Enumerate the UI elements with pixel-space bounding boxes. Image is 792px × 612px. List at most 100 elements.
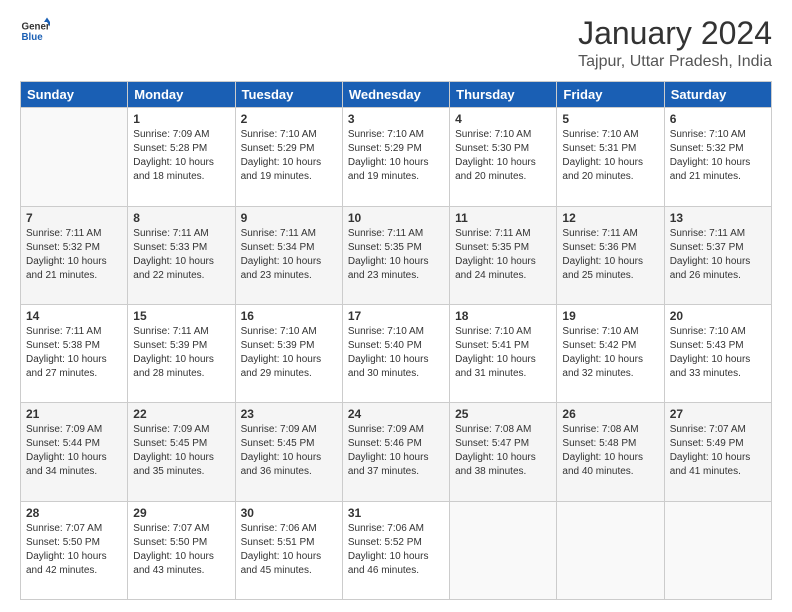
day-number: 23 <box>241 407 337 421</box>
calendar-week-row: 7 Sunrise: 7:11 AMSunset: 5:32 PMDaylight… <box>21 206 772 304</box>
day-number: 10 <box>348 211 444 225</box>
day-info: Sunrise: 7:10 AMSunset: 5:42 PMDaylight:… <box>562 325 658 381</box>
day-number: 30 <box>241 506 337 520</box>
day-info: Sunrise: 7:10 AMSunset: 5:29 PMDaylight:… <box>348 128 444 184</box>
calendar-day-header: Saturday <box>664 82 771 108</box>
day-info: Sunrise: 7:07 AMSunset: 5:50 PMDaylight:… <box>133 522 229 578</box>
day-info: Sunrise: 7:11 AMSunset: 5:37 PMDaylight:… <box>670 227 766 283</box>
calendar-day-header: Monday <box>128 82 235 108</box>
day-number: 28 <box>26 506 122 520</box>
calendar-day-cell: 3 Sunrise: 7:10 AMSunset: 5:29 PMDaylight… <box>342 108 449 206</box>
day-number: 13 <box>670 211 766 225</box>
day-info: Sunrise: 7:11 AMSunset: 5:39 PMDaylight:… <box>133 325 229 381</box>
calendar-day-cell: 1Sunrise: 7:09 AMSunset: 5:28 PMDaylight… <box>128 108 235 206</box>
day-info: Sunrise: 7:08 AMSunset: 5:48 PMDaylight:… <box>562 423 658 479</box>
calendar-day-header: Sunday <box>21 82 128 108</box>
day-info: Sunrise: 7:06 AMSunset: 5:51 PMDaylight:… <box>241 522 337 578</box>
day-info: Sunrise: 7:10 AMSunset: 5:41 PMDaylight:… <box>455 325 551 381</box>
calendar-day-cell: 31 Sunrise: 7:06 AMSunset: 5:52 PMDayligh… <box>342 501 449 599</box>
calendar-day-cell: 8Sunrise: 7:11 AMSunset: 5:33 PMDaylight… <box>128 206 235 304</box>
day-info: Sunrise: 7:09 AMSunset: 5:45 PMDaylight:… <box>241 423 337 479</box>
day-number: 27 <box>670 407 766 421</box>
calendar-day-cell: 16 Sunrise: 7:10 AMSunset: 5:39 PMDayligh… <box>235 304 342 402</box>
day-number: 15 <box>133 309 229 323</box>
day-info: Sunrise: 7:10 AMSunset: 5:30 PMDaylight:… <box>455 128 551 184</box>
calendar-day-cell: 29Sunrise: 7:07 AMSunset: 5:50 PMDayligh… <box>128 501 235 599</box>
page: General Blue January 2024 Tajpur, Uttar … <box>0 0 792 612</box>
calendar-day-cell: 4 Sunrise: 7:10 AMSunset: 5:30 PMDaylight… <box>450 108 557 206</box>
day-number: 4 <box>455 112 551 126</box>
calendar-day-cell: 13 Sunrise: 7:11 AMSunset: 5:37 PMDayligh… <box>664 206 771 304</box>
day-info: Sunrise: 7:08 AMSunset: 5:47 PMDaylight:… <box>455 423 551 479</box>
calendar-day-cell: 10Sunrise: 7:11 AMSunset: 5:35 PMDayligh… <box>342 206 449 304</box>
calendar-day-cell: 9Sunrise: 7:11 AMSunset: 5:34 PMDaylight… <box>235 206 342 304</box>
day-info: Sunrise: 7:09 AMSunset: 5:44 PMDaylight:… <box>26 423 122 479</box>
svg-text:General: General <box>22 22 51 33</box>
title-block: January 2024 Tajpur, Uttar Pradesh, Indi… <box>578 16 772 71</box>
svg-text:Blue: Blue <box>22 32 44 43</box>
calendar-day-cell: 30 Sunrise: 7:06 AMSunset: 5:51 PMDayligh… <box>235 501 342 599</box>
calendar-day-cell: 21 Sunrise: 7:09 AMSunset: 5:44 PMDayligh… <box>21 403 128 501</box>
day-number: 17 <box>348 309 444 323</box>
day-info: Sunrise: 7:10 AMSunset: 5:40 PMDaylight:… <box>348 325 444 381</box>
day-number: 7 <box>26 211 122 225</box>
day-info: Sunrise: 7:10 AMSunset: 5:43 PMDaylight:… <box>670 325 766 381</box>
day-info: Sunrise: 7:09 AMSunset: 5:28 PMDaylight:… <box>133 128 229 184</box>
calendar-day-cell: 11Sunrise: 7:11 AMSunset: 5:35 PMDayligh… <box>450 206 557 304</box>
calendar-day-cell <box>664 501 771 599</box>
calendar-header-row: SundayMondayTuesdayWednesdayThursdayFrid… <box>21 82 772 108</box>
day-number: 5 <box>562 112 658 126</box>
calendar-day-cell: 15 Sunrise: 7:11 AMSunset: 5:39 PMDayligh… <box>128 304 235 402</box>
calendar-day-cell: 7 Sunrise: 7:11 AMSunset: 5:32 PMDaylight… <box>21 206 128 304</box>
day-info: Sunrise: 7:10 AMSunset: 5:39 PMDaylight:… <box>241 325 337 381</box>
calendar-day-cell: 26Sunrise: 7:08 AMSunset: 5:48 PMDayligh… <box>557 403 664 501</box>
header: General Blue January 2024 Tajpur, Uttar … <box>20 16 772 71</box>
calendar-day-cell <box>21 108 128 206</box>
day-number: 24 <box>348 407 444 421</box>
day-number: 14 <box>26 309 122 323</box>
day-info: Sunrise: 7:06 AMSunset: 5:52 PMDaylight:… <box>348 522 444 578</box>
calendar-day-cell: 6Sunrise: 7:10 AMSunset: 5:32 PMDaylight… <box>664 108 771 206</box>
calendar-day-cell: 22 Sunrise: 7:09 AMSunset: 5:45 PMDayligh… <box>128 403 235 501</box>
calendar-week-row: 14 Sunrise: 7:11 AMSunset: 5:38 PMDayligh… <box>21 304 772 402</box>
calendar-day-cell: 18Sunrise: 7:10 AMSunset: 5:41 PMDayligh… <box>450 304 557 402</box>
calendar-day-header: Tuesday <box>235 82 342 108</box>
day-info: Sunrise: 7:07 AMSunset: 5:49 PMDaylight:… <box>670 423 766 479</box>
day-number: 9 <box>241 211 337 225</box>
calendar-day-header: Thursday <box>450 82 557 108</box>
calendar-body: 1Sunrise: 7:09 AMSunset: 5:28 PMDaylight… <box>21 108 772 600</box>
calendar-day-cell <box>557 501 664 599</box>
day-info: Sunrise: 7:09 AMSunset: 5:45 PMDaylight:… <box>133 423 229 479</box>
day-number: 19 <box>562 309 658 323</box>
day-number: 16 <box>241 309 337 323</box>
day-number: 22 <box>133 407 229 421</box>
day-number: 2 <box>241 112 337 126</box>
calendar-day-cell: 25Sunrise: 7:08 AMSunset: 5:47 PMDayligh… <box>450 403 557 501</box>
day-number: 21 <box>26 407 122 421</box>
calendar-day-header: Wednesday <box>342 82 449 108</box>
calendar-day-cell: 19 Sunrise: 7:10 AMSunset: 5:42 PMDayligh… <box>557 304 664 402</box>
day-info: Sunrise: 7:11 AMSunset: 5:32 PMDaylight:… <box>26 227 122 283</box>
day-info: Sunrise: 7:10 AMSunset: 5:32 PMDaylight:… <box>670 128 766 184</box>
day-info: Sunrise: 7:11 AMSunset: 5:38 PMDaylight:… <box>26 325 122 381</box>
day-number: 8 <box>133 211 229 225</box>
day-number: 12 <box>562 211 658 225</box>
calendar-day-cell: 23 Sunrise: 7:09 AMSunset: 5:45 PMDayligh… <box>235 403 342 501</box>
calendar-week-row: 21 Sunrise: 7:09 AMSunset: 5:44 PMDayligh… <box>21 403 772 501</box>
subtitle: Tajpur, Uttar Pradesh, India <box>578 53 772 71</box>
logo: General Blue <box>20 16 50 46</box>
day-info: Sunrise: 7:10 AMSunset: 5:29 PMDaylight:… <box>241 128 337 184</box>
calendar-day-cell: 17 Sunrise: 7:10 AMSunset: 5:40 PMDayligh… <box>342 304 449 402</box>
calendar-day-header: Friday <box>557 82 664 108</box>
logo-icon: General Blue <box>20 16 50 46</box>
calendar-day-cell: 27 Sunrise: 7:07 AMSunset: 5:49 PMDayligh… <box>664 403 771 501</box>
day-info: Sunrise: 7:11 AMSunset: 5:36 PMDaylight:… <box>562 227 658 283</box>
day-number: 3 <box>348 112 444 126</box>
day-number: 20 <box>670 309 766 323</box>
day-number: 31 <box>348 506 444 520</box>
calendar-day-cell: 24Sunrise: 7:09 AMSunset: 5:46 PMDayligh… <box>342 403 449 501</box>
day-info: Sunrise: 7:10 AMSunset: 5:31 PMDaylight:… <box>562 128 658 184</box>
day-number: 11 <box>455 211 551 225</box>
calendar-day-cell <box>450 501 557 599</box>
calendar-day-cell: 20 Sunrise: 7:10 AMSunset: 5:43 PMDayligh… <box>664 304 771 402</box>
